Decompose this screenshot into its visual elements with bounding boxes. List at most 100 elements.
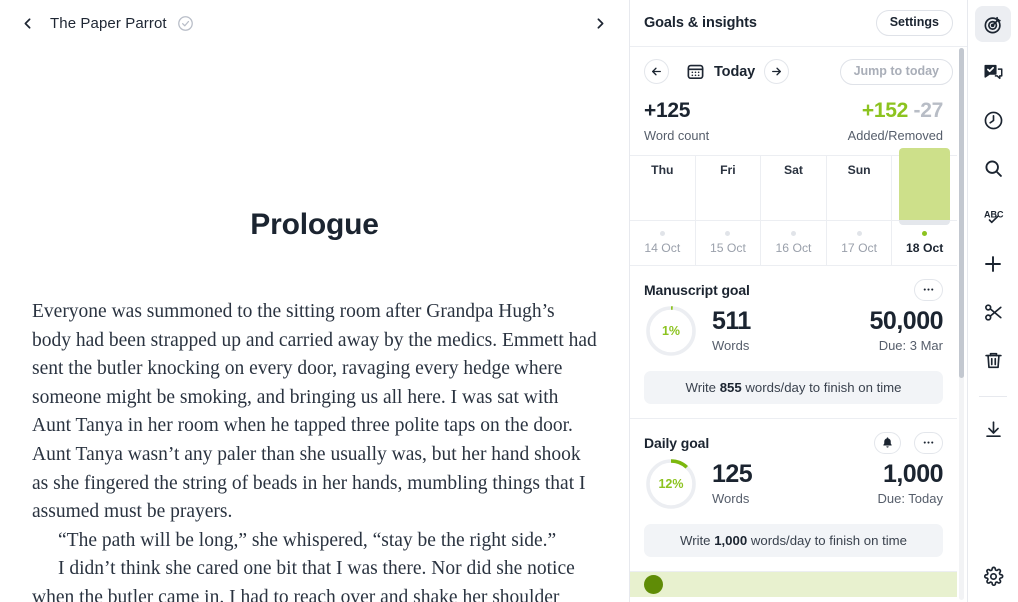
chevron-left-icon: [24, 17, 30, 29]
goal-body: 12% 125 Words 1,000 Due: Today: [644, 457, 944, 511]
manuscript-current-label: Words: [712, 338, 750, 354]
daily-due-label: Due: Today: [877, 491, 943, 507]
toolbar-settings-button[interactable]: [975, 558, 1011, 594]
current-date-label: Today: [714, 63, 756, 80]
day-column[interactable]: Fri 15 Oct: [695, 155, 762, 265]
document-body[interactable]: Everyone was summoned to the sitting roo…: [32, 298, 597, 602]
current-words-block: 125 Words: [712, 459, 753, 506]
paragraph-3: I didn’t think she cared one bit that I …: [32, 558, 575, 602]
toolbar-comments-button[interactable]: [975, 54, 1011, 90]
back-button[interactable]: [14, 10, 40, 36]
toolbar-history-button[interactable]: [975, 102, 1011, 138]
scissors-icon: [984, 303, 1002, 321]
daily-goal-reminder-button[interactable]: [874, 431, 901, 454]
goals-insights-panel: Goals & insights Settings Today Jump to …: [630, 0, 968, 602]
word-count-value: +125: [644, 98, 691, 122]
more-horizontal-icon: [923, 441, 934, 444]
target-goal-icon: [984, 16, 1001, 33]
settings-button[interactable]: Settings: [875, 10, 953, 36]
editor-topbar: The Paper Parrot: [0, 0, 629, 46]
daily-target-words: 1,000: [882, 459, 944, 488]
added-removed-label: Added/Removed: [847, 127, 943, 143]
goal-name: Manuscript goal: [644, 281, 750, 298]
panel-title: Goals & insights: [644, 15, 757, 31]
day-name-label: Fri: [720, 162, 736, 177]
previous-day-button[interactable]: [644, 59, 669, 85]
hint-bold: 855: [719, 379, 742, 395]
gear-icon: [983, 566, 1003, 586]
toolbar-delete-button[interactable]: [975, 342, 1011, 378]
toolbar-goals-button[interactable]: [975, 6, 1011, 42]
day-status-dot-icon: [725, 230, 731, 236]
page-title: Prologue: [250, 208, 379, 241]
toolbar-cut-button[interactable]: [975, 294, 1011, 330]
editor-column: The Paper Parrot Prologue Everyone was s…: [0, 0, 630, 602]
hint-suffix: words/day to finish on time: [747, 532, 907, 548]
goal-header: Manuscript goal: [644, 278, 943, 301]
day-status-dot-icon: [790, 230, 796, 236]
manuscript-target-words: 50,000: [869, 306, 944, 335]
day-column[interactable]: Sat 16 Oct: [761, 155, 827, 265]
day-bar: [899, 147, 950, 225]
day-footer: 16 Oct: [761, 221, 826, 265]
day-bar-area: [826, 181, 892, 221]
hint-prefix: Write: [685, 379, 720, 395]
target-words-block: 50,000 Due: 3 Mar: [869, 306, 944, 354]
daily-goal-hint: Write 1,000 words/day to finish on time: [644, 523, 943, 557]
arrow-left-icon: [652, 67, 661, 76]
arrow-right-icon: [772, 67, 782, 76]
toolbar-add-button[interactable]: [975, 246, 1011, 282]
day-column[interactable]: Sun 17 Oct: [826, 155, 893, 265]
goal-card-daily: Daily goal 12% 125 Words 1,000 Due: Toda…: [630, 417, 957, 571]
hint-bold: 1,000: [714, 532, 748, 548]
right-toolbar: ABC: [968, 0, 1018, 602]
goal-header: Daily goal: [644, 431, 943, 454]
paragraph-1: Everyone was summoned to the sitting roo…: [32, 301, 597, 523]
toolbar-search-button[interactable]: [975, 150, 1011, 186]
daily-goal-more-button[interactable]: [914, 431, 943, 454]
clock-history-icon: [984, 111, 1002, 129]
goal-body: 1% 511 Words 50,000 Due: 3 Mar: [644, 304, 944, 358]
search-icon: [984, 159, 1002, 177]
day-column[interactable]: Thu 14 Oct: [630, 155, 696, 265]
day-name-label: Sat: [784, 162, 803, 177]
day-date-label: 14 Oct: [644, 240, 681, 255]
paragraph-2: “The path will be long,” she whispered, …: [58, 529, 557, 551]
daily-current-words: 125: [712, 459, 753, 488]
toolbar-spellcheck-button[interactable]: ABC: [975, 198, 1011, 234]
day-date-label: 15 Oct: [709, 240, 746, 255]
forward-button[interactable]: [587, 10, 613, 36]
check-circle-icon: [177, 15, 194, 32]
manuscript-goal-hint: Write 855 words/day to finish on time: [644, 370, 943, 404]
manuscript-progress-ring: 1%: [644, 304, 698, 358]
achievement-banner[interactable]: [630, 570, 957, 597]
goal-numbers: 125 Words 1,000 Due: Today: [712, 459, 944, 507]
more-horizontal-icon: [923, 288, 934, 291]
manuscript-progress-percent: 1%: [661, 323, 681, 338]
manuscript-due-label: Due: 3 Mar: [878, 338, 943, 354]
calendar-icon: [686, 62, 705, 81]
manuscript-goal-more-button[interactable]: [914, 278, 943, 301]
panel-scroll-area[interactable]: Today Jump to today +125 Word count +152…: [630, 47, 967, 602]
hint-suffix: words/day to finish on time: [741, 379, 902, 395]
toolbar-download-button[interactable]: [975, 411, 1011, 447]
removed-value: -27: [913, 98, 944, 122]
stats-row: +125 Word count +152 -27 Added/Removed: [630, 95, 957, 155]
jump-to-today-button[interactable]: Jump to today: [839, 59, 953, 85]
day-status-dot-icon: [659, 230, 665, 236]
daily-progress-percent: 12%: [658, 476, 684, 491]
document-scroll-area[interactable]: Prologue Everyone was summoned to the si…: [0, 46, 629, 602]
next-day-button[interactable]: [764, 59, 790, 85]
goal-numbers: 511 Words 50,000 Due: 3 Mar: [712, 306, 944, 354]
current-words-block: 511 Words: [712, 306, 751, 354]
manuscript-current-words: 511: [712, 306, 751, 335]
target-words-block: 1,000 Due: Today: [877, 459, 944, 507]
day-column[interactable]: Mon18 Oct: [892, 147, 957, 265]
comment-check-icon: [983, 64, 1002, 79]
panel-scrollbar-thumb[interactable]: [959, 48, 964, 378]
panel-header: Goals & insights Settings: [630, 0, 967, 47]
app-root: The Paper Parrot Prologue Everyone was s…: [0, 0, 1018, 602]
weekly-word-count-chart: Thu 14 Oct Fri 15 Oct Sat 16 Oct Sun 17 Oct Mon1…: [630, 147, 957, 265]
day-footer: 14 Oct: [630, 221, 695, 265]
day-date-label: 16 Oct: [775, 240, 812, 255]
